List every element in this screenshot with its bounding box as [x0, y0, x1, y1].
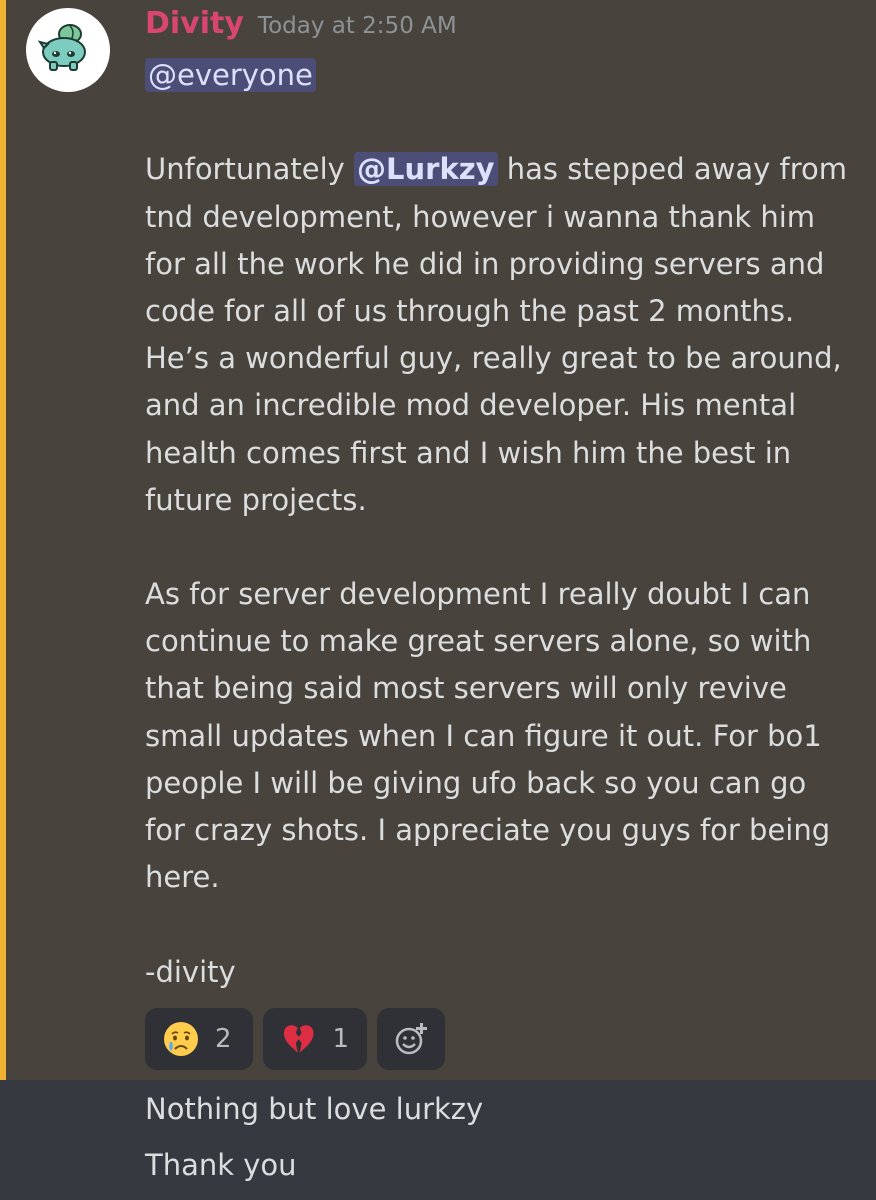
broken-heart-icon — [283, 1025, 314, 1053]
message-line: health comes first and I wish him the be… — [145, 435, 792, 470]
chat-view: Divity Today at 2:50 AM @everyone Unfort… — [0, 0, 876, 1200]
message-line: He’s a wonderful guy, really great to be… — [145, 341, 842, 376]
followup-messages: Nothing but love lurkzy Thank you — [145, 1084, 483, 1196]
message-line: Unfortunately @Lurkzy has stepped away f… — [145, 146, 865, 193]
message-line: here. — [145, 860, 220, 895]
followup-message: Thank you — [145, 1148, 297, 1182]
message-text: Unfortunately — [145, 152, 355, 187]
followup-message: Nothing but love lurkzy — [145, 1092, 484, 1126]
mention-highlight-bar — [0, 0, 6, 1080]
message-header: Divity Today at 2:50 AM — [145, 6, 457, 50]
message-line: for crazy shots. I appreciate you guys f… — [145, 813, 831, 847]
author-name[interactable]: Divity — [145, 6, 244, 41]
message-line: for all the work he did in providing ser… — [145, 246, 825, 281]
reaction-count: 2 — [215, 1024, 232, 1054]
message-line: future projects. — [145, 482, 367, 517]
message-text: has stepped away from — [497, 152, 847, 187]
message-line: small updates when I can figure it out. … — [145, 718, 822, 753]
avatar[interactable] — [26, 8, 110, 92]
mention-everyone[interactable]: @everyone — [145, 58, 316, 92]
bulbasaur-avatar-icon — [37, 24, 86, 71]
message-line: As for server development I really doubt… — [145, 577, 811, 612]
add-reaction-button[interactable] — [377, 1008, 445, 1070]
reaction-bar: 2 1 — [145, 1008, 445, 1070]
message-content: @everyone Unfortunately @Lurkzy has step… — [145, 52, 865, 996]
reaction-broken-heart[interactable]: 1 — [263, 1008, 367, 1070]
message-signature: -divity — [145, 954, 236, 989]
message-timestamp[interactable]: Today at 2:50 AM — [258, 13, 457, 39]
message-line: and an incredible mod developer. His men… — [145, 388, 797, 423]
reaction-count: 1 — [332, 1024, 349, 1054]
add-reaction-icon — [395, 1023, 427, 1055]
message-line: people I will be giving ufo back so you … — [145, 765, 807, 800]
mention-user-lurkzy[interactable]: @Lurkzy — [354, 152, 498, 187]
message-line: continue to make great servers alone, so… — [145, 624, 812, 659]
message-line: tnd development, however i wanna thank h… — [145, 199, 816, 234]
crying-face-icon — [164, 1022, 198, 1056]
reaction-crying-face[interactable]: 2 — [145, 1008, 253, 1070]
message-line: code for all of us through the past 2 mo… — [145, 293, 795, 328]
message-line: that being said most servers will only r… — [145, 671, 787, 706]
message-line: @everyone — [145, 52, 865, 99]
